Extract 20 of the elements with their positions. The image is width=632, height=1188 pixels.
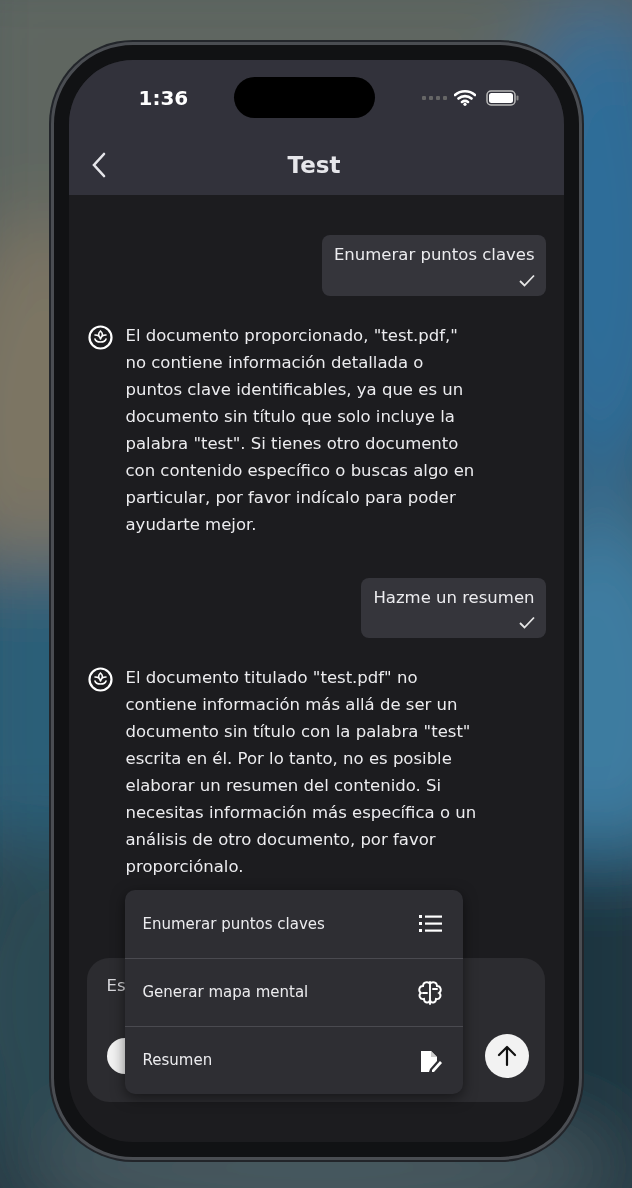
back-button[interactable] bbox=[90, 152, 107, 178]
bot-avatar-icon bbox=[87, 667, 113, 692]
bot-avatar-icon bbox=[87, 324, 113, 350]
send-button[interactable] bbox=[484, 1034, 529, 1078]
signal-icon bbox=[421, 94, 448, 101]
menu-item[interactable]: Resumen bbox=[124, 1026, 463, 1094]
menu-item[interactable]: Enumerar puntos claves bbox=[124, 890, 463, 958]
message-text: Hazme un resumen bbox=[373, 586, 535, 609]
menu-item[interactable]: Generar mapa mental bbox=[124, 958, 463, 1026]
bot-message: El documento proporcionado, "test.pdf," no contiene información detallada o puntos clave identificables, ya que es un documento sin título que solo incluye la palabra "test". Si tienes otro documento con contenido específico o buscas algo en particular, por favor indícalo para poder ayudarte mejor. bbox=[125, 324, 476, 536]
screen-title: Test bbox=[286, 150, 342, 180]
brain-icon bbox=[416, 979, 443, 1006]
bot-message: El documento titulado "test.pdf" no contiene información más allá de ser un documento sin título con la palabra "test" escrita en él. Por lo tanto, no es posible elaborar un resumen del contenido. Si necesitas información más específica o un análisis de otro documento, por favor proporciónalo. bbox=[125, 667, 478, 878]
numbered-list-icon bbox=[418, 914, 443, 934]
message-text: Enumerar puntos claves bbox=[333, 244, 535, 266]
arrow-up-icon bbox=[496, 1045, 517, 1067]
wifi-icon bbox=[453, 89, 476, 106]
battery-icon bbox=[485, 89, 520, 106]
status-time: 1:36 bbox=[138, 84, 189, 112]
document-edit-icon bbox=[418, 1048, 443, 1073]
